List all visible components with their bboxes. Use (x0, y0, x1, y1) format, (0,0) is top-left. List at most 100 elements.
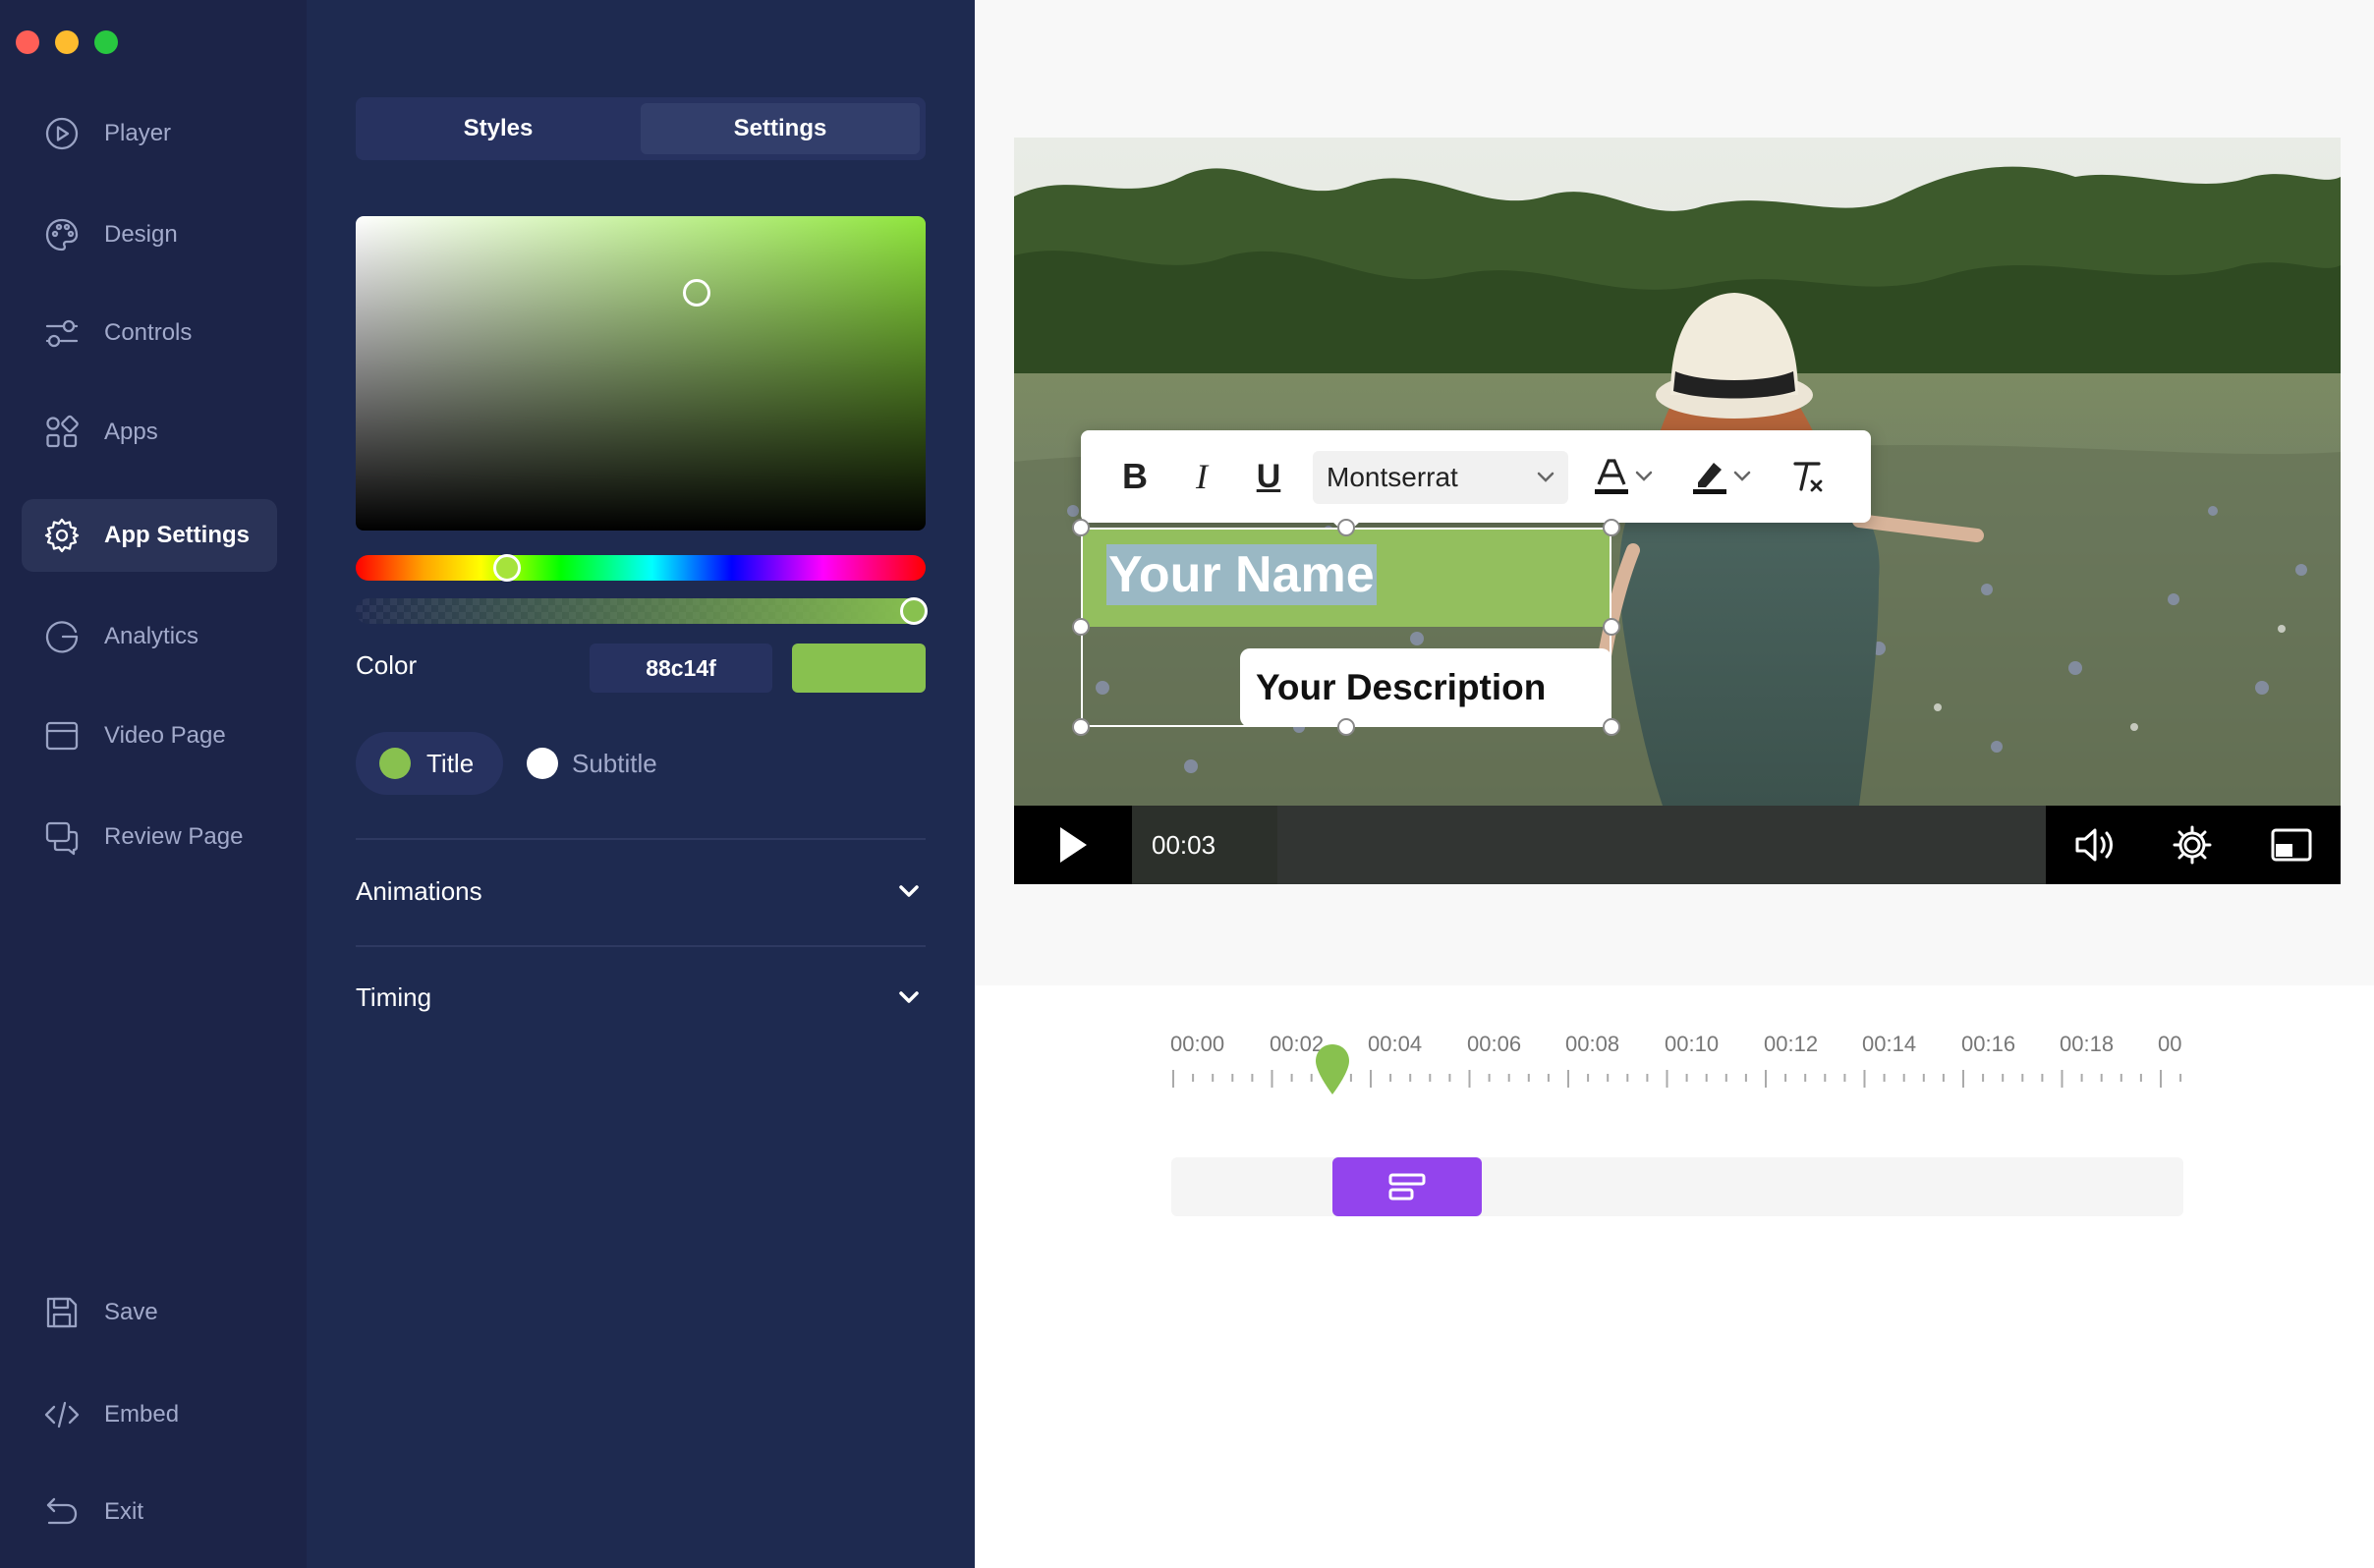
hue-handle[interactable] (493, 554, 521, 582)
target-subtitle-toggle[interactable]: Subtitle (513, 732, 680, 795)
highlight-color-button[interactable] (1678, 446, 1763, 507)
browser-window-icon (43, 717, 81, 755)
highlighter-icon (1693, 463, 1726, 494)
chevron-down-icon (896, 878, 922, 904)
resize-handle[interactable] (1603, 618, 1620, 636)
tab-settings[interactable]: Settings (641, 103, 920, 154)
hue-slider[interactable] (356, 554, 926, 582)
subtitle-toggle-label: Subtitle (572, 748, 657, 778)
sidebar-item-apps[interactable]: Apps (22, 396, 277, 469)
timeline-tick-label: 00 (2158, 1032, 2182, 1056)
sidebar-item-app-settings[interactable]: App Settings (22, 499, 277, 572)
tab-styles[interactable]: Styles (362, 103, 635, 154)
italic-button[interactable]: I (1177, 446, 1226, 507)
animations-label: Animations (356, 876, 482, 906)
settings-gear-icon[interactable] (2172, 824, 2213, 866)
sliders-icon (43, 314, 81, 352)
timeline-tick-label: 00:00 (1170, 1032, 1225, 1056)
resize-handle[interactable] (1337, 718, 1355, 736)
underline-button[interactable]: U (1244, 446, 1293, 507)
current-time: 00:03 (1152, 830, 1216, 860)
sidebar-item-player[interactable]: Player (22, 97, 277, 170)
target-title-toggle[interactable]: Title (356, 732, 503, 795)
maximize-window-button[interactable] (94, 30, 118, 54)
playhead-marker[interactable] (1313, 1041, 1352, 1096)
font-family-select[interactable]: Montserrat (1313, 451, 1568, 504)
sidebar-item-video-page[interactable]: Video Page (22, 700, 277, 772)
lower-third-clip-icon (1388, 1173, 1426, 1201)
sidebar-item-label: Player (104, 120, 172, 146)
opacity-handle[interactable] (900, 597, 928, 625)
text-color-button[interactable] (1580, 446, 1665, 507)
sidebar-item-label: Save (104, 1299, 158, 1325)
timeline-tick-label: 00:14 (1862, 1032, 1917, 1056)
sidebar-item-label: Video Page (104, 722, 226, 749)
close-window-button[interactable] (16, 30, 39, 54)
text-color-icon (1595, 459, 1628, 494)
sidebar-item-label: Embed (104, 1401, 180, 1428)
picture-in-picture-icon[interactable] (2270, 827, 2313, 863)
title-toggle-label: Title (426, 748, 475, 778)
sidebar-item-label: Controls (104, 319, 193, 346)
font-family-value: Montserrat (1327, 462, 1458, 492)
opacity-slider[interactable] (356, 597, 928, 625)
player-control-bar: 00:03 (1014, 806, 2341, 884)
text-format-toolbar: B I U Montserrat (1081, 430, 1871, 534)
timeline-clip[interactable] (1332, 1157, 1482, 1216)
timing-label: Timing (356, 982, 432, 1012)
progress-bar[interactable] (1277, 806, 2077, 884)
color-saturation-picker[interactable] (356, 216, 926, 531)
saturation-handle[interactable] (683, 279, 710, 307)
settings-panel: Styles Settings Color 88c14f Title Subti… (307, 0, 975, 1568)
divider (356, 945, 926, 947)
chevron-down-icon (1635, 471, 1653, 481)
bold-button[interactable]: B (1110, 446, 1159, 507)
timeline-tick-label: 00:10 (1665, 1032, 1720, 1056)
volume-button[interactable] (2046, 806, 2341, 884)
undo-arrow-icon (43, 1493, 81, 1531)
play-circle-icon (43, 115, 81, 152)
resize-handle[interactable] (1603, 519, 1620, 536)
sidebar-item-label: Apps (104, 419, 158, 445)
sidebar-item-exit[interactable]: Exit (22, 1476, 277, 1548)
sidebar-item-embed[interactable]: Embed (22, 1378, 277, 1451)
timeline-tick-label: 00:04 (1368, 1032, 1423, 1056)
volume-icon (2075, 828, 2113, 862)
chevron-down-icon (1733, 471, 1751, 481)
sidebar-item-analytics[interactable]: Analytics (22, 600, 277, 673)
color-label: Color (356, 650, 418, 680)
resize-handle[interactable] (1072, 519, 1090, 536)
animations-section-header[interactable]: Animations (356, 865, 926, 920)
timing-section-header[interactable]: Timing (356, 971, 926, 1026)
apps-grid-icon (43, 414, 81, 451)
review-chat-icon (43, 818, 81, 856)
color-hex-input[interactable]: 88c14f (590, 644, 772, 693)
tab-bar: Styles Settings (356, 97, 926, 160)
timeline-track[interactable] (1171, 1157, 2183, 1216)
sidebar-item-controls[interactable]: Controls (22, 297, 277, 369)
timeline-tick-label: 00:16 (1961, 1032, 2016, 1056)
timeline-tick-label: 00:06 (1467, 1032, 1522, 1056)
timeline-tick-label: 00:18 (2060, 1032, 2115, 1056)
sidebar-item-review-page[interactable]: Review Page (22, 801, 277, 873)
palette-icon (43, 216, 81, 253)
code-icon (43, 1396, 81, 1433)
chevron-down-icon (896, 984, 922, 1010)
title-color-dot (379, 748, 411, 779)
resize-handle[interactable] (1072, 718, 1090, 736)
resize-handle[interactable] (1603, 718, 1620, 736)
sidebar-item-label: Analytics (104, 623, 199, 649)
sidebar-item-design[interactable]: Design (22, 198, 277, 271)
minimize-window-button[interactable] (55, 30, 79, 54)
sidebar-item-save[interactable]: Save (22, 1276, 277, 1349)
clear-formatting-button[interactable] (1779, 446, 1837, 507)
subtitle-color-dot (527, 748, 558, 779)
color-swatch[interactable] (792, 644, 926, 693)
analytics-icon (43, 618, 81, 655)
sidebar-item-label: Design (104, 221, 178, 248)
play-button[interactable] (1014, 806, 1132, 884)
divider (356, 838, 926, 840)
resize-handle[interactable] (1072, 618, 1090, 636)
sidebar-item-label: Review Page (104, 823, 244, 850)
resize-handle[interactable] (1337, 519, 1355, 536)
